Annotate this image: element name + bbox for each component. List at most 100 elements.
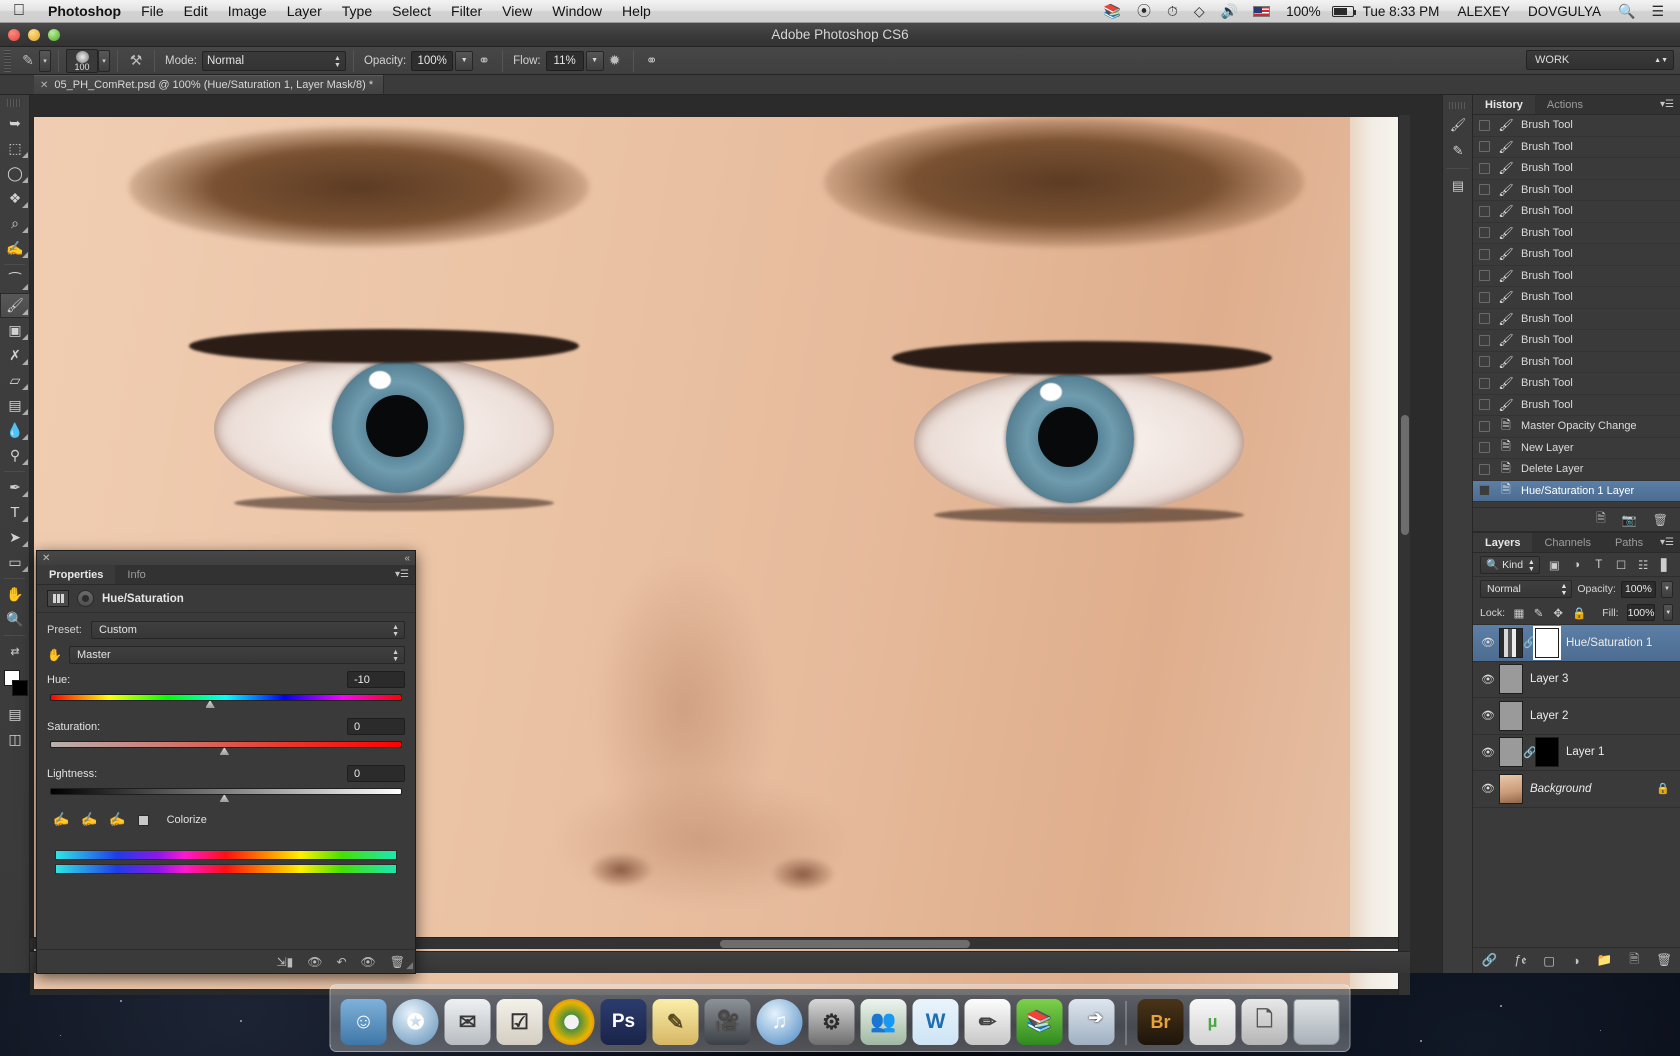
tool-gradient[interactable]: ▤: [0, 393, 30, 418]
layer-visibility-icon[interactable]: 👁: [1477, 782, 1499, 795]
lightness-slider-thumb[interactable]: [219, 794, 230, 803]
dock-item-screenshot-preview[interactable]: ➔: [1069, 999, 1115, 1045]
opacity-slider-chevron-icon[interactable]: ▼: [455, 51, 473, 71]
shape-filter-icon[interactable]: ☐: [1613, 558, 1628, 572]
menu-select[interactable]: Select: [382, 0, 441, 23]
history-state[interactable]: 🖌Brush Tool: [1473, 180, 1680, 202]
history-state[interactable]: 🖌Brush Tool: [1473, 266, 1680, 288]
dock-item-finder[interactable]: ☺: [341, 999, 387, 1045]
hue-ramp-result[interactable]: [55, 864, 397, 874]
canvas-horizontal-scroll-thumb[interactable]: [720, 940, 970, 948]
close-icon[interactable]: ✕: [42, 553, 50, 564]
tool-hand[interactable]: ✋: [0, 582, 30, 607]
layer-visibility-icon[interactable]: 👁: [1477, 746, 1499, 759]
create-document-from-state-icon[interactable]: 🗎: [1596, 509, 1606, 530]
layer-style-icon[interactable]: ƒ𝖊: [1514, 953, 1526, 968]
layer-opacity-field[interactable]: 100%: [1621, 581, 1656, 598]
on-image-adjust-icon[interactable]: ✋: [47, 648, 69, 662]
layer-mask-thumbnail[interactable]: [1535, 737, 1559, 767]
layer-mask-link-icon[interactable]: 🔗: [1523, 636, 1535, 649]
history-state[interactable]: 🖌Brush Tool: [1473, 158, 1680, 180]
layer-name[interactable]: Layer 2: [1530, 710, 1568, 722]
tab-properties[interactable]: Properties: [37, 565, 115, 584]
lock-transparency-icon[interactable]: ▦: [1513, 606, 1525, 620]
panel-menu-icon[interactable]: ▾☰: [395, 569, 409, 580]
tab-channels[interactable]: Channels: [1532, 533, 1602, 552]
notification-center-icon[interactable]: ☰: [1643, 3, 1672, 20]
layer-row[interactable]: 👁 Layer 2: [1473, 698, 1680, 735]
canvas-vertical-scrollbar[interactable]: [1398, 115, 1410, 995]
brush-preset-chevron-icon[interactable]: ▾: [98, 50, 110, 72]
dock-item-facetime[interactable]: 🎥: [705, 999, 751, 1045]
history-state[interactable]: 🗎New Layer: [1473, 438, 1680, 460]
dropbox-icon[interactable]: ⦿: [1129, 1, 1159, 21]
layer-name[interactable]: Layer 1: [1566, 746, 1604, 758]
pressure-opacity-icon[interactable]: ⚭: [473, 50, 495, 72]
history-state[interactable]: 🖌Brush Tool: [1473, 330, 1680, 352]
layer-row[interactable]: 👁 🔗 Hue/Saturation 1: [1473, 625, 1680, 662]
tool-type[interactable]: T: [0, 500, 30, 525]
history-snapshot-checkbox[interactable]: [1479, 292, 1490, 303]
history-snapshot-checkbox[interactable]: [1479, 485, 1490, 496]
dock-item-system-preferences[interactable]: ⚙: [809, 999, 855, 1045]
hue-slider-thumb[interactable]: [205, 700, 216, 709]
tool-marquee[interactable]: ⬚: [0, 136, 30, 161]
history-state[interactable]: 🗎Master Opacity Change: [1473, 416, 1680, 438]
menu-file[interactable]: File: [131, 0, 174, 23]
menu-filter[interactable]: Filter: [441, 0, 492, 23]
history-snapshot-checkbox[interactable]: [1479, 464, 1490, 475]
dock-item-utorrent[interactable]: µ: [1190, 999, 1236, 1045]
clock[interactable]: Tue 8:33 PM: [1354, 4, 1449, 19]
layer-row[interactable]: 👁 🔗 Layer 1: [1473, 735, 1680, 772]
tool-dodge[interactable]: ⚲: [0, 443, 30, 468]
layer-visibility-icon[interactable]: 👁: [1477, 709, 1499, 722]
eyedropper-icon[interactable]: ✍: [52, 811, 71, 830]
smart-object-filter-icon[interactable]: ☷: [1636, 558, 1651, 572]
properties-panel-dragbar[interactable]: ✕ «: [37, 551, 415, 565]
channel-select[interactable]: Master ▲▼: [69, 646, 405, 664]
history-state[interactable]: 🖌Brush Tool: [1473, 244, 1680, 266]
dock-item-photoshop[interactable]: Ps: [601, 999, 647, 1045]
properties-panel[interactable]: ✕ « Properties Info ▾☰ Hue/Saturation Pr…: [36, 550, 416, 974]
user-last-name[interactable]: DOVGULYA: [1519, 4, 1610, 19]
history-state[interactable]: 🖌Brush Tool: [1473, 395, 1680, 417]
history-snapshot-checkbox[interactable]: [1479, 141, 1490, 152]
lock-all-icon[interactable]: 🔒: [1572, 606, 1586, 620]
lightness-value-field[interactable]: 0: [347, 765, 405, 782]
layer-name[interactable]: Background: [1530, 783, 1591, 795]
history-state[interactable]: 🖌Brush Tool: [1473, 309, 1680, 331]
foreground-background-colors[interactable]: [0, 668, 30, 702]
reset-icon[interactable]: ↶: [336, 955, 346, 969]
panel-menu-icon[interactable]: ▾☰: [1660, 537, 1674, 548]
evernote-icon[interactable]: 📚: [1096, 3, 1129, 20]
history-snapshot-checkbox[interactable]: [1479, 442, 1490, 453]
quick-mask-icon[interactable]: ▤: [0, 702, 30, 727]
dock-item-chrome[interactable]: [549, 999, 595, 1045]
minimize-window-button[interactable]: [28, 29, 40, 41]
layer-visibility-icon[interactable]: 👁: [1477, 636, 1499, 649]
flow-field[interactable]: 11%: [546, 51, 584, 71]
new-group-icon[interactable]: 📁: [1597, 953, 1613, 968]
workspace-switcher[interactable]: WORK ▲▼: [1526, 50, 1674, 70]
lock-image-icon[interactable]: ✎: [1533, 606, 1545, 620]
menu-view[interactable]: View: [492, 0, 542, 23]
adjustment-filter-icon[interactable]: ◑: [1569, 559, 1584, 571]
layer-filter-kind-select[interactable]: 🔍 Kind ▲▼: [1480, 556, 1540, 574]
tool-preset-picker[interactable]: ▾: [39, 50, 51, 72]
adjustment-layer-icon[interactable]: ◑: [1572, 954, 1580, 968]
volume-icon[interactable]: 🔊: [1213, 3, 1246, 20]
hue-slider[interactable]: [47, 692, 405, 708]
screen-mode-icon[interactable]: ◫: [0, 727, 30, 752]
tool-zoom[interactable]: 🔍: [0, 607, 30, 632]
opacity-field[interactable]: 100%: [411, 51, 453, 71]
dock-item-reminders[interactable]: ☑: [497, 999, 543, 1045]
history-snapshot-checkbox[interactable]: [1479, 120, 1490, 131]
layer-mask-link-icon[interactable]: 🔗: [1523, 746, 1535, 759]
history-state[interactable]: 🗎Delete Layer: [1473, 459, 1680, 481]
clone-source-panel-icon[interactable]: ▤: [1443, 173, 1473, 199]
tool-brush[interactable]: 🖌: [0, 293, 30, 318]
eyedropper-add-icon[interactable]: ✍: [80, 811, 99, 830]
history-state[interactable]: 🖌Brush Tool: [1473, 223, 1680, 245]
history-state[interactable]: 🖌Brush Tool: [1473, 201, 1680, 223]
menu-window[interactable]: Window: [542, 0, 612, 23]
